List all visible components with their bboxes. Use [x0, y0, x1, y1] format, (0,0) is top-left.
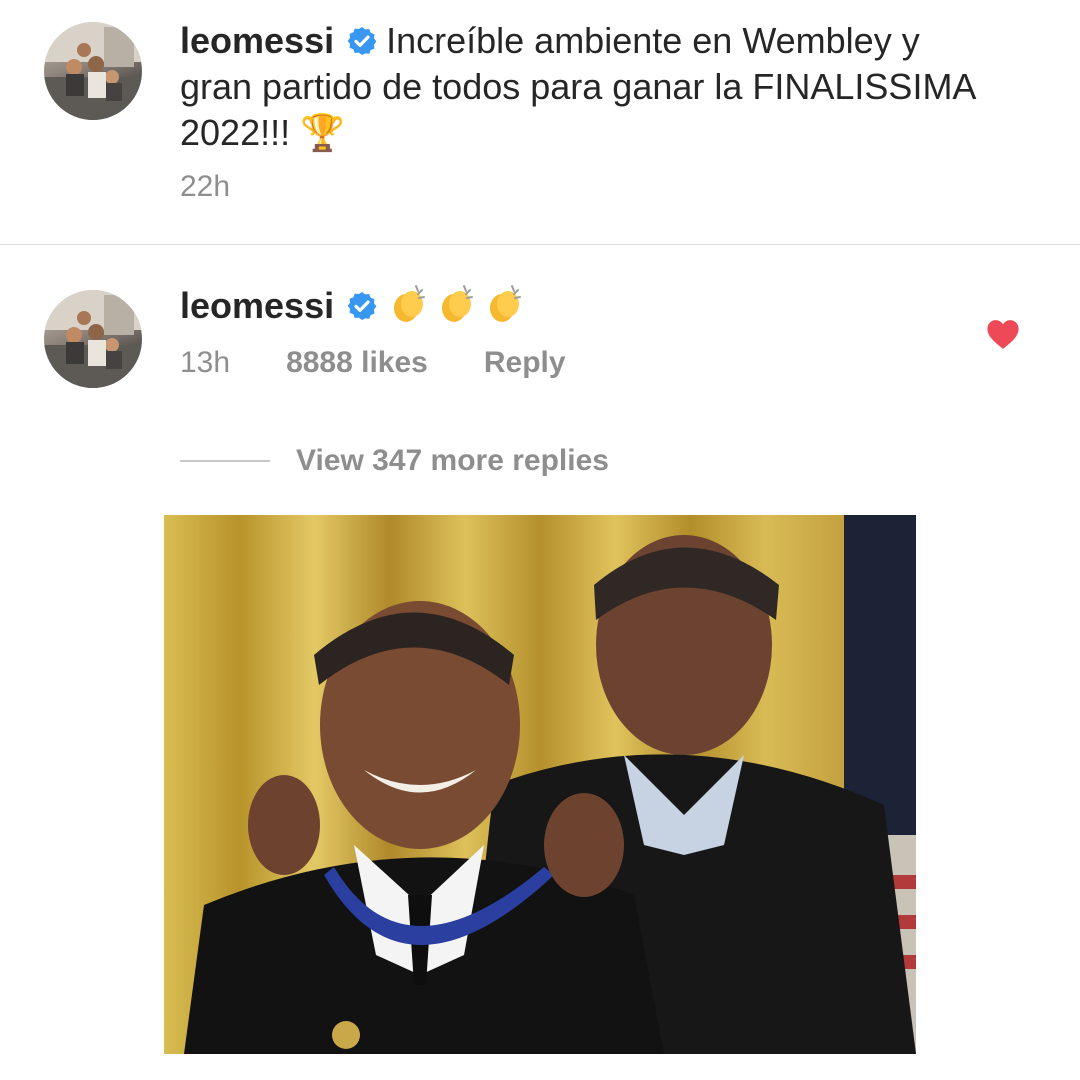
- comment-image[interactable]: [164, 515, 916, 1054]
- verified-badge-icon: [346, 25, 378, 57]
- comment-likes[interactable]: 8888 likes: [286, 346, 428, 379]
- verified-badge-icon: [346, 290, 378, 322]
- view-more-replies-button[interactable]: View 347 more replies: [296, 444, 609, 478]
- comment-body: leomessi: [180, 282, 530, 337]
- comment-avatar[interactable]: [44, 290, 142, 388]
- post-username[interactable]: leomessi: [180, 20, 334, 61]
- comment-timestamp[interactable]: 13h: [180, 346, 230, 379]
- comment-meta: 13h 8888 likes Reply: [180, 346, 566, 380]
- clapping-hands-icon: [442, 285, 474, 322]
- post-caption: leomessi Increíble ambiente en Wembley y …: [180, 18, 980, 156]
- divider: [0, 244, 1080, 245]
- clapping-hands-icon: [394, 285, 426, 322]
- replies-divider-line: [180, 460, 270, 462]
- clapping-hands-icon: [490, 285, 522, 322]
- clapping-hands-emojis: [386, 282, 530, 337]
- reply-button[interactable]: Reply: [484, 346, 566, 379]
- post-timestamp[interactable]: 22h: [180, 170, 230, 204]
- post-avatar[interactable]: [44, 22, 142, 120]
- comment-username[interactable]: leomessi: [180, 285, 334, 326]
- like-heart-icon[interactable]: [986, 318, 1020, 350]
